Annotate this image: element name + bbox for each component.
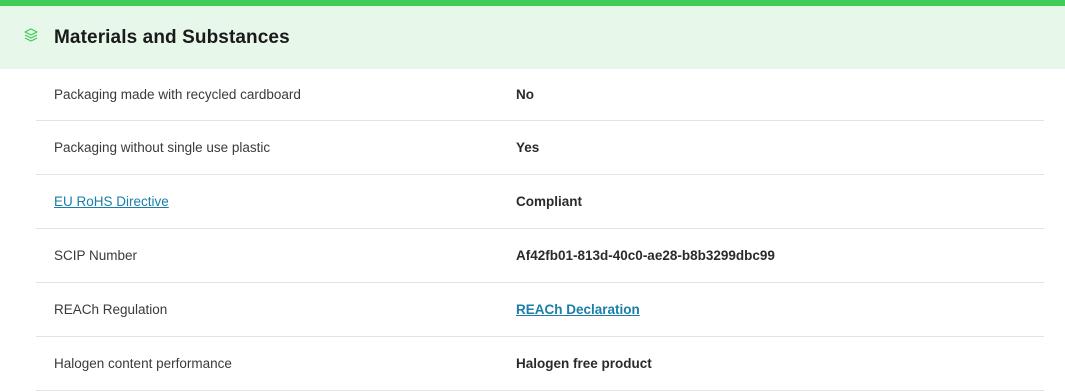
table-row: Packaging made with recycled cardboard N…: [36, 69, 1044, 121]
eu-rohs-directive-link[interactable]: EU RoHS Directive: [54, 194, 169, 209]
table-row: REACh Regulation REACh Declaration: [36, 283, 1044, 337]
table-row: Packaging without single use plastic Yes: [36, 121, 1044, 175]
reach-declaration-link[interactable]: REACh Declaration: [516, 302, 640, 317]
row-value: Halogen free product: [516, 356, 652, 371]
table-row: EU RoHS Directive Compliant: [36, 175, 1044, 229]
table-row: SCIP Number Af42fb01-813d-40c0-ae28-b8b3…: [36, 229, 1044, 283]
row-label: REACh Regulation: [54, 302, 168, 317]
section-title: Materials and Substances: [54, 26, 290, 48]
row-label: Halogen content performance: [54, 356, 232, 371]
scip-number-value: Af42fb01-813d-40c0-ae28-b8b3299dbc99: [516, 248, 775, 263]
attributes-table: Packaging made with recycled cardboard N…: [0, 69, 1065, 391]
row-label: Packaging made with recycled cardboard: [54, 87, 301, 102]
table-row: Halogen content performance Halogen free…: [36, 337, 1044, 391]
row-label: Packaging without single use plastic: [54, 140, 271, 155]
row-value-cell: REACh Declaration: [516, 302, 1044, 317]
row-value: Compliant: [516, 194, 582, 209]
row-value: Yes: [516, 140, 540, 155]
row-label-cell: EU RoHS Directive: [36, 194, 516, 209]
row-label: SCIP Number: [54, 248, 138, 263]
layers-icon: [22, 26, 40, 44]
section-header[interactable]: Materials and Substances: [0, 6, 1065, 69]
row-value: No: [516, 87, 534, 102]
materials-substances-section: Materials and Substances Packaging made …: [0, 0, 1065, 392]
